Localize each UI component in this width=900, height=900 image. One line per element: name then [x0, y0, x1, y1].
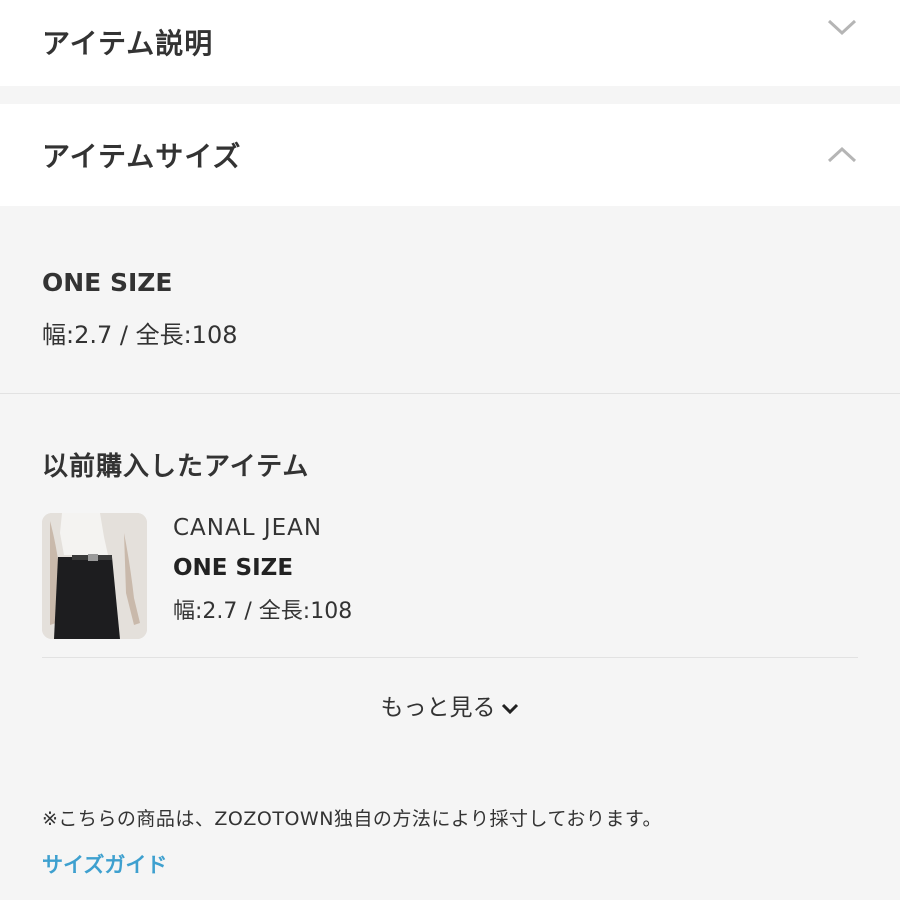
size-name: ONE SIZE [42, 268, 173, 297]
divider [0, 393, 900, 394]
size-info: ONE SIZE 幅:2.7 / 全長:108 [0, 206, 900, 393]
divider [42, 657, 858, 658]
size-measurements: 幅:2.7 / 全長:108 [42, 321, 238, 349]
size-guide-link[interactable]: サイズガイド [42, 849, 858, 879]
previous-purchases-title: 以前購入したアイテム [42, 452, 310, 482]
item-size-accordion[interactable]: アイテムサイズ [0, 104, 900, 206]
show-more-label: もっと見る [380, 695, 496, 721]
item-size-title: アイテムサイズ [42, 140, 242, 173]
item-description-title: アイテム説明 [42, 27, 214, 60]
item-brand: CANAL JEAN [173, 515, 323, 541]
measurement-note: ※こちらの商品は、ZOZOTOWN独自の方法により採寸しております。 [42, 808, 663, 830]
product-thumbnail [42, 513, 147, 639]
item-info: CANAL JEAN ONE SIZE 幅:2.7 / 全長:108 [173, 515, 352, 639]
chevron-down-icon [501, 703, 518, 714]
item-size: ONE SIZE [173, 555, 294, 581]
chevron-down-icon [827, 19, 857, 36]
item-measurements: 幅:2.7 / 全長:108 [173, 599, 353, 624]
show-more-button[interactable]: もっと見る [0, 688, 900, 722]
section-separator [0, 86, 900, 104]
previous-item[interactable]: CANAL JEAN ONE SIZE 幅:2.7 / 全長:108 [42, 513, 858, 639]
item-description-accordion[interactable]: アイテム説明 [0, 0, 900, 86]
chevron-up-icon [827, 146, 857, 163]
